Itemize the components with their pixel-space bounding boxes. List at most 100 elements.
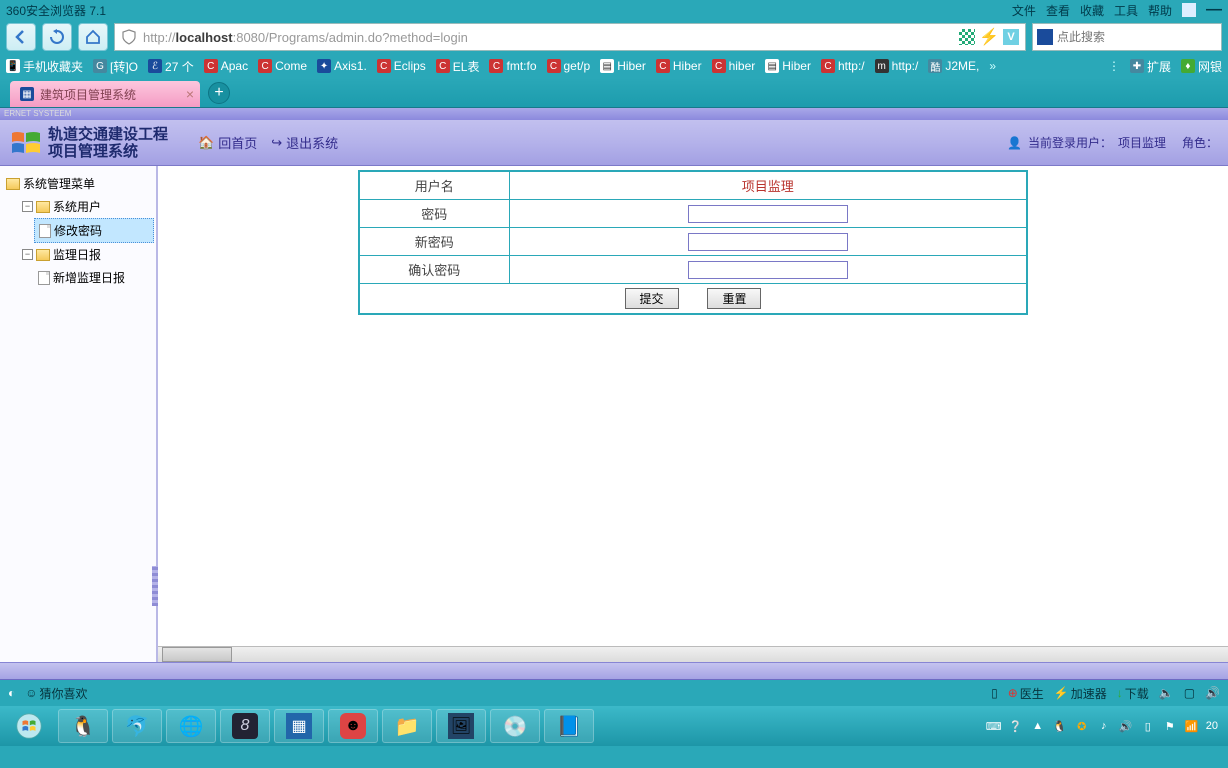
- status-mute-icon[interactable]: 🔈: [1159, 686, 1174, 700]
- search-bar[interactable]: [1032, 23, 1222, 51]
- status-volume-icon[interactable]: 🔊: [1205, 686, 1220, 700]
- taskbar-app-photo[interactable]: 🖼: [436, 709, 486, 743]
- bm-item[interactable]: CHiber: [656, 59, 702, 73]
- taskbar-app-qq[interactable]: 🐧: [58, 709, 108, 743]
- bookmark-icon: C: [712, 59, 726, 73]
- reset-button[interactable]: 重置: [707, 288, 761, 309]
- tree-leaf-addreport[interactable]: 新增监理日报: [34, 266, 154, 289]
- taskbar-app-dolphin[interactable]: 🐬: [112, 709, 162, 743]
- refresh-button[interactable]: [42, 23, 72, 51]
- start-orb-icon: [16, 713, 42, 739]
- dolphin-icon: 🐬: [124, 713, 150, 739]
- tray-network-icon[interactable]: 📶: [1184, 718, 1200, 734]
- tree-node-sysuser[interactable]: − 系统用户: [18, 195, 154, 218]
- submit-button[interactable]: 提交: [625, 288, 679, 309]
- bm-item[interactable]: Chiber: [712, 59, 756, 73]
- status-mail-icon[interactable]: ▢: [1184, 686, 1195, 700]
- tab-close-button[interactable]: ×: [186, 86, 194, 102]
- minimize-button[interactable]: —: [1206, 1, 1222, 19]
- bm-item[interactable]: ✦Axis1.: [317, 59, 367, 73]
- bm-item[interactable]: mhttp:/: [875, 59, 919, 73]
- search-engine-icon[interactable]: [1037, 29, 1053, 45]
- scrollbar-thumb[interactable]: [162, 647, 232, 662]
- exit-icon: ↪: [271, 135, 282, 151]
- tab-favicon: ▦: [20, 87, 34, 101]
- tray-volume-icon[interactable]: 🔊: [1118, 718, 1134, 734]
- skin-icon[interactable]: [1182, 3, 1196, 17]
- disc-icon: 💿: [502, 713, 528, 739]
- bm-item[interactable]: CEclips: [377, 59, 426, 73]
- status-left-icon[interactable]: ◐: [8, 686, 15, 700]
- bm-item[interactable]: Cget/p: [547, 59, 591, 73]
- v-icon[interactable]: V: [1003, 29, 1019, 45]
- bm-item[interactable]: Cfmt:fo: [489, 59, 536, 73]
- bookmark-icon: C: [436, 59, 450, 73]
- tab-active[interactable]: ▦ 建筑项目管理系统 ×: [10, 81, 200, 107]
- bm-item[interactable]: ℰ27 个: [148, 58, 194, 75]
- username-label: 用户名: [359, 171, 509, 200]
- home-button[interactable]: [78, 23, 108, 51]
- taskbar-app-book[interactable]: 📘: [544, 709, 594, 743]
- back-arrow-icon: [13, 29, 29, 45]
- collapse-icon[interactable]: −: [22, 249, 33, 260]
- taskbar-app-film[interactable]: ▦: [274, 709, 324, 743]
- new-tab-button[interactable]: +: [208, 82, 230, 104]
- bm-item[interactable]: Chttp:/: [821, 59, 865, 73]
- tree-leaf-changepwd[interactable]: 修改密码: [34, 218, 154, 243]
- start-button[interactable]: [4, 709, 54, 743]
- status-download[interactable]: ↓ 下载: [1117, 685, 1149, 702]
- bm-item[interactable]: CCome: [258, 59, 307, 73]
- newpassword-input[interactable]: [688, 233, 848, 251]
- current-user: 项目监理: [1118, 134, 1166, 151]
- phone-icon: 📱: [6, 59, 20, 73]
- menu-tools[interactable]: 工具: [1114, 2, 1138, 19]
- menu-file[interactable]: 文件: [1012, 2, 1036, 19]
- tray-battery-icon[interactable]: ▯: [1140, 718, 1156, 734]
- bm-item[interactable]: 酷J2ME,: [928, 59, 979, 73]
- taskbar-app-red[interactable]: ☻: [328, 709, 378, 743]
- back-button[interactable]: [6, 23, 36, 51]
- status-guess[interactable]: ☺ 猜你喜欢: [25, 685, 87, 702]
- tray-up-icon[interactable]: ▲: [1030, 718, 1046, 734]
- tray-app-icon[interactable]: ♪: [1096, 718, 1112, 734]
- taskbar-app-globe[interactable]: 🌐: [166, 709, 216, 743]
- address-bar[interactable]: http://localhost:8080/Programs/admin.do?…: [114, 23, 1026, 51]
- menu-view[interactable]: 查看: [1046, 2, 1070, 19]
- search-input[interactable]: [1057, 30, 1217, 44]
- logout-link[interactable]: ↪退出系统: [271, 133, 338, 152]
- tray-keyboard-icon[interactable]: ⌨: [986, 718, 1002, 734]
- menu-fav[interactable]: 收藏: [1080, 2, 1104, 19]
- collapse-icon[interactable]: −: [22, 201, 33, 212]
- tree-root[interactable]: 系统管理菜单: [2, 172, 154, 195]
- bm-mobile-fav[interactable]: 📱手机收藏夹: [6, 58, 83, 75]
- bm-bank[interactable]: ♦网银: [1181, 58, 1222, 75]
- bookmark-bar: 📱手机收藏夹 G[转]O ℰ27 个 CApac CCome ✦Axis1. C…: [0, 54, 1228, 78]
- browser-title: 360安全浏览器 7.1: [6, 2, 1012, 19]
- taskbar-app-explorer[interactable]: 📁: [382, 709, 432, 743]
- menu-help[interactable]: 帮助: [1148, 2, 1172, 19]
- confirmpassword-input[interactable]: [688, 261, 848, 279]
- password-input[interactable]: [688, 205, 848, 223]
- status-icon[interactable]: ▯: [991, 686, 998, 700]
- home-link[interactable]: 🏠回首页: [198, 133, 257, 152]
- more-icon[interactable]: »: [989, 59, 996, 73]
- tree-node-report[interactable]: − 监理日报: [18, 243, 154, 266]
- taskbar-app-8[interactable]: 8: [220, 709, 270, 743]
- bm-item[interactable]: CApac: [204, 59, 248, 73]
- bm-item[interactable]: ▤Hiber: [600, 59, 646, 73]
- taskbar-app-disc[interactable]: 💿: [490, 709, 540, 743]
- bm-expand[interactable]: ✚扩展: [1130, 58, 1171, 75]
- tray-flag-icon[interactable]: ⚑: [1162, 718, 1178, 734]
- bolt-icon[interactable]: ⚡: [981, 29, 997, 45]
- horizontal-scrollbar[interactable]: [158, 646, 1228, 662]
- status-accel[interactable]: ⚡ 加速器: [1054, 685, 1107, 702]
- tray-app-icon[interactable]: 🐧: [1052, 718, 1068, 734]
- tray-app-icon[interactable]: ✪: [1074, 718, 1090, 734]
- bm-item[interactable]: ▤Hiber: [765, 59, 811, 73]
- bm-item[interactable]: G[转]O: [93, 58, 138, 75]
- tray-help-icon[interactable]: ❔: [1008, 718, 1024, 734]
- status-doctor[interactable]: ⊕ 医生: [1008, 685, 1044, 702]
- bm-item[interactable]: CEL表: [436, 58, 480, 75]
- qr-icon[interactable]: [959, 29, 975, 45]
- tray-clock[interactable]: 20: [1206, 720, 1218, 732]
